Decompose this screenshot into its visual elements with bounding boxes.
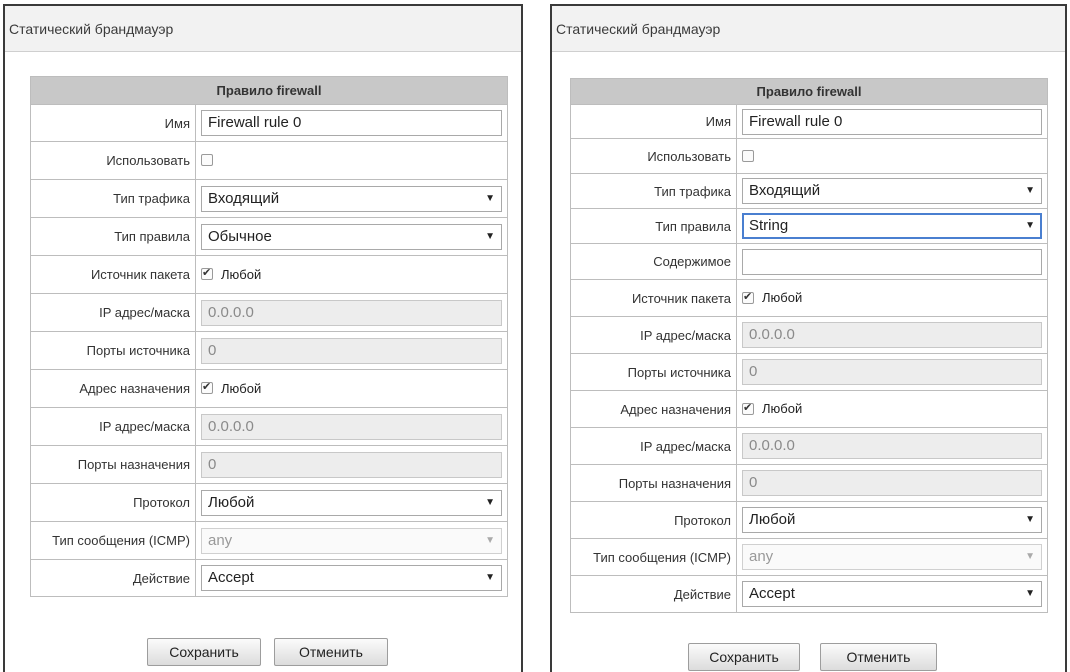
source-label: Источник пакета [570, 279, 737, 317]
firewall-rule-table: Правило firewall Имя Firewall rule 0 Исп… [30, 76, 508, 597]
firewall-rule-table: Правило firewall Имя Firewall rule 0 Исп… [570, 78, 1048, 613]
protocol-value: Любой [749, 511, 796, 528]
source-ports-label: Порты источника [570, 353, 737, 391]
destination-ports-label: Порты назначения [30, 445, 196, 484]
cancel-button[interactable]: Отменить [274, 638, 388, 666]
traffic-type-select[interactable]: Входящий ▼ [201, 185, 502, 212]
destination-any-checkbox[interactable] [742, 401, 754, 415]
destination-ip-label: IP адрес/маска [30, 407, 196, 446]
destination-any-label: Любой [221, 380, 262, 396]
destination-ports-input: 0 [742, 470, 1042, 496]
icmp-type-label: Тип сообщения (ICMP) [30, 521, 196, 560]
source-any-checkbox[interactable] [201, 266, 213, 281]
source-any-label: Любой [221, 266, 262, 282]
destination-ip-label: IP адрес/маска [570, 427, 737, 465]
traffic-type-label: Тип трафика [570, 173, 737, 209]
caret-down-icon: ▼ [1025, 220, 1035, 231]
content-label: Содержимое [570, 243, 737, 280]
caret-down-icon: ▼ [485, 230, 495, 242]
source-ports-input: 0 [201, 337, 502, 364]
rule-type-label: Тип правила [570, 208, 737, 244]
destination-ip-input: 0.0.0.0 [201, 413, 502, 440]
protocol-label: Протокол [30, 483, 196, 522]
action-select[interactable]: Accept ▼ [201, 565, 502, 591]
caret-down-icon: ▼ [485, 534, 495, 546]
save-button[interactable]: Сохранить [147, 638, 261, 666]
firewall-panel-left: Статический брандмауэр Правило firewall … [3, 4, 523, 672]
icmp-type-value: any [208, 531, 233, 549]
destination-label: Адрес назначения [30, 369, 196, 408]
source-any-checkbox[interactable] [742, 290, 754, 304]
protocol-value: Любой [208, 493, 255, 511]
panel-title: Статический брандмауэр [5, 6, 521, 52]
action-label: Действие [570, 575, 737, 613]
destination-ports-input: 0 [201, 451, 502, 478]
use-checkbox[interactable] [742, 149, 754, 162]
protocol-label: Протокол [570, 501, 737, 539]
action-label: Действие [30, 559, 196, 597]
caret-down-icon: ▼ [485, 496, 495, 508]
icmp-type-value: any [749, 548, 774, 565]
caret-down-icon: ▼ [1025, 588, 1035, 599]
destination-ports-label: Порты назначения [570, 464, 737, 502]
name-label: Имя [570, 104, 737, 139]
rule-type-select[interactable]: String ▼ [742, 213, 1042, 239]
source-ip-label: IP адрес/маска [30, 293, 196, 332]
rule-type-select[interactable]: Обычное ▼ [201, 223, 502, 250]
use-label: Использовать [570, 138, 737, 174]
save-button[interactable]: Сохранить [688, 643, 800, 671]
traffic-type-select[interactable]: Входящий ▼ [742, 178, 1042, 204]
destination-ip-input: 0.0.0.0 [742, 433, 1042, 459]
caret-down-icon: ▼ [1025, 551, 1035, 562]
caret-down-icon: ▼ [485, 192, 495, 204]
action-value: Accept [208, 569, 254, 586]
rule-type-value: String [749, 217, 789, 234]
caret-down-icon: ▼ [1025, 514, 1035, 525]
destination-label: Адрес назначения [570, 390, 737, 428]
firewall-panel-right: Статический брандмауэр Правило firewall … [550, 4, 1067, 672]
caret-down-icon: ▼ [1025, 185, 1035, 196]
icmp-type-select: any ▼ [742, 544, 1042, 570]
use-checkbox[interactable] [201, 154, 213, 167]
action-select[interactable]: Accept ▼ [742, 581, 1042, 607]
table-header: Правило firewall [570, 78, 1048, 105]
source-ports-label: Порты источника [30, 331, 196, 370]
name-input[interactable]: Firewall rule 0 [201, 110, 502, 136]
rule-type-value: Обычное [208, 227, 272, 245]
traffic-type-value: Входящий [208, 189, 280, 207]
cancel-button[interactable]: Отменить [820, 643, 937, 671]
source-ports-input: 0 [742, 359, 1042, 385]
destination-any-label: Любой [762, 401, 803, 417]
traffic-type-label: Тип трафика [30, 179, 196, 218]
action-value: Accept [749, 585, 795, 602]
protocol-select[interactable]: Любой ▼ [742, 507, 1042, 533]
use-label: Использовать [30, 141, 196, 180]
protocol-select[interactable]: Любой ▼ [201, 489, 502, 516]
table-header: Правило firewall [30, 76, 508, 105]
icmp-type-select: any ▼ [201, 527, 502, 554]
icmp-type-label: Тип сообщения (ICMP) [570, 538, 737, 576]
traffic-type-value: Входящий [749, 182, 821, 199]
caret-down-icon: ▼ [485, 572, 495, 583]
name-label: Имя [30, 104, 196, 142]
source-ip-label: IP адрес/маска [570, 316, 737, 354]
content-input[interactable] [742, 248, 1042, 275]
panel-title: Статический брандмауэр [552, 6, 1065, 52]
name-input[interactable]: Firewall rule 0 [742, 108, 1042, 135]
rule-type-label: Тип правила [30, 217, 196, 256]
destination-any-checkbox[interactable] [201, 380, 213, 395]
source-any-label: Любой [762, 290, 803, 306]
source-label: Источник пакета [30, 255, 196, 294]
source-ip-input: 0.0.0.0 [201, 299, 502, 326]
source-ip-input: 0.0.0.0 [742, 322, 1042, 348]
